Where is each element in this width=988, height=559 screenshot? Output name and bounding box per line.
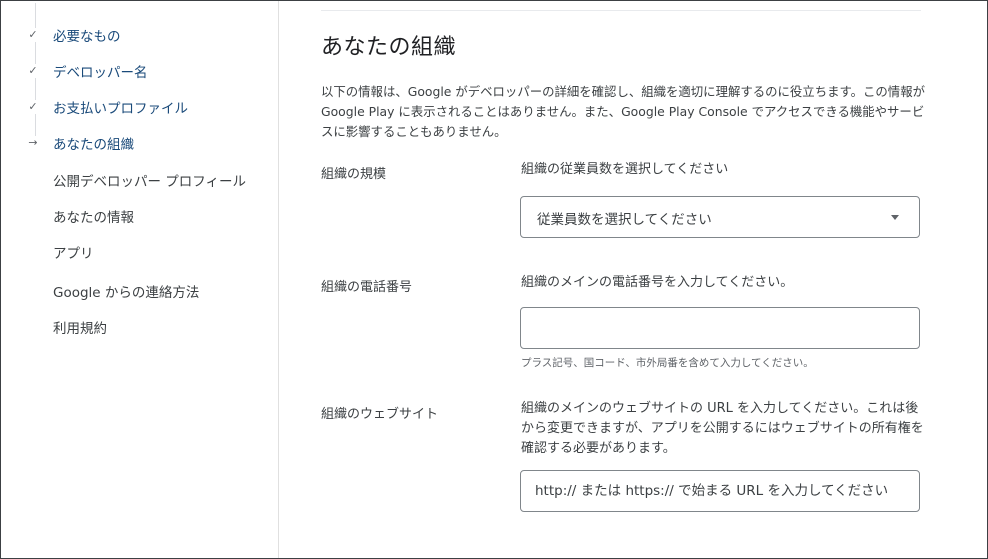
checkmark-icon: ✓ <box>27 64 39 78</box>
org-website-description: 組織のメインのウェブサイトの URL を入力してください。これは後から変更できま… <box>521 401 924 456</box>
org-size-select[interactable]: 従業員数を選択してください <box>520 196 920 238</box>
org-website-input[interactable] <box>521 471 919 511</box>
org-website-label: 組織のウェブサイト <box>321 407 439 422</box>
org-size-label: 組織の規模 <box>321 167 387 182</box>
page-title: あなたの組織 <box>321 35 457 60</box>
divider <box>321 10 921 11</box>
nav-item-label: 利用規約 <box>53 321 107 337</box>
nav-item-label: お支払いプロファイル <box>53 101 188 117</box>
org-phone-field[interactable] <box>520 307 920 349</box>
setup-steps-nav: ✓ 必要なもの ✓ デベロッパー名 ✓ お支払いプロファイル → あなたの組織 … <box>1 1 279 558</box>
org-size-selected-value: 従業員数を選択してください <box>537 212 712 228</box>
org-phone-input[interactable] <box>521 308 919 348</box>
dropdown-caret-icon <box>891 215 899 220</box>
organization-form: あなたの組織 以下の情報は、Google がデベロッパーの詳細を確認し、組織を適… <box>279 1 959 558</box>
org-size-description: 組織の従業員数を選択してください <box>521 162 729 177</box>
setup-window: ✓ 必要なもの ✓ デベロッパー名 ✓ お支払いプロファイル → あなたの組織 … <box>0 0 988 559</box>
nav-item-label: アプリ <box>53 246 94 262</box>
checkmark-icon: ✓ <box>27 100 39 114</box>
nav-item-label: 必要なもの <box>53 29 121 45</box>
checkmark-icon: ✓ <box>27 28 39 42</box>
nav-item-label: デベロッパー名 <box>53 65 148 81</box>
org-website-field[interactable] <box>520 470 920 512</box>
org-phone-description: 組織のメインの電話番号を入力してください。 <box>521 275 794 290</box>
nav-item-label: あなたの情報 <box>53 210 134 226</box>
org-phone-hint: プラス記号、国コード、市外局番を含めて入力してください。 <box>521 357 814 369</box>
nav-item-label: Google からの連絡方法 <box>53 285 200 301</box>
org-phone-label: 組織の電話番号 <box>321 280 413 295</box>
arrow-right-icon: → <box>27 136 39 150</box>
nav-item-label: あなたの組織 <box>53 137 134 153</box>
intro-text: 以下の情報は、Google がデベロッパーの詳細を確認し、組織を適切に理解するの… <box>321 84 925 139</box>
nav-item-label: 公開デベロッパー プロフィール <box>53 174 247 190</box>
